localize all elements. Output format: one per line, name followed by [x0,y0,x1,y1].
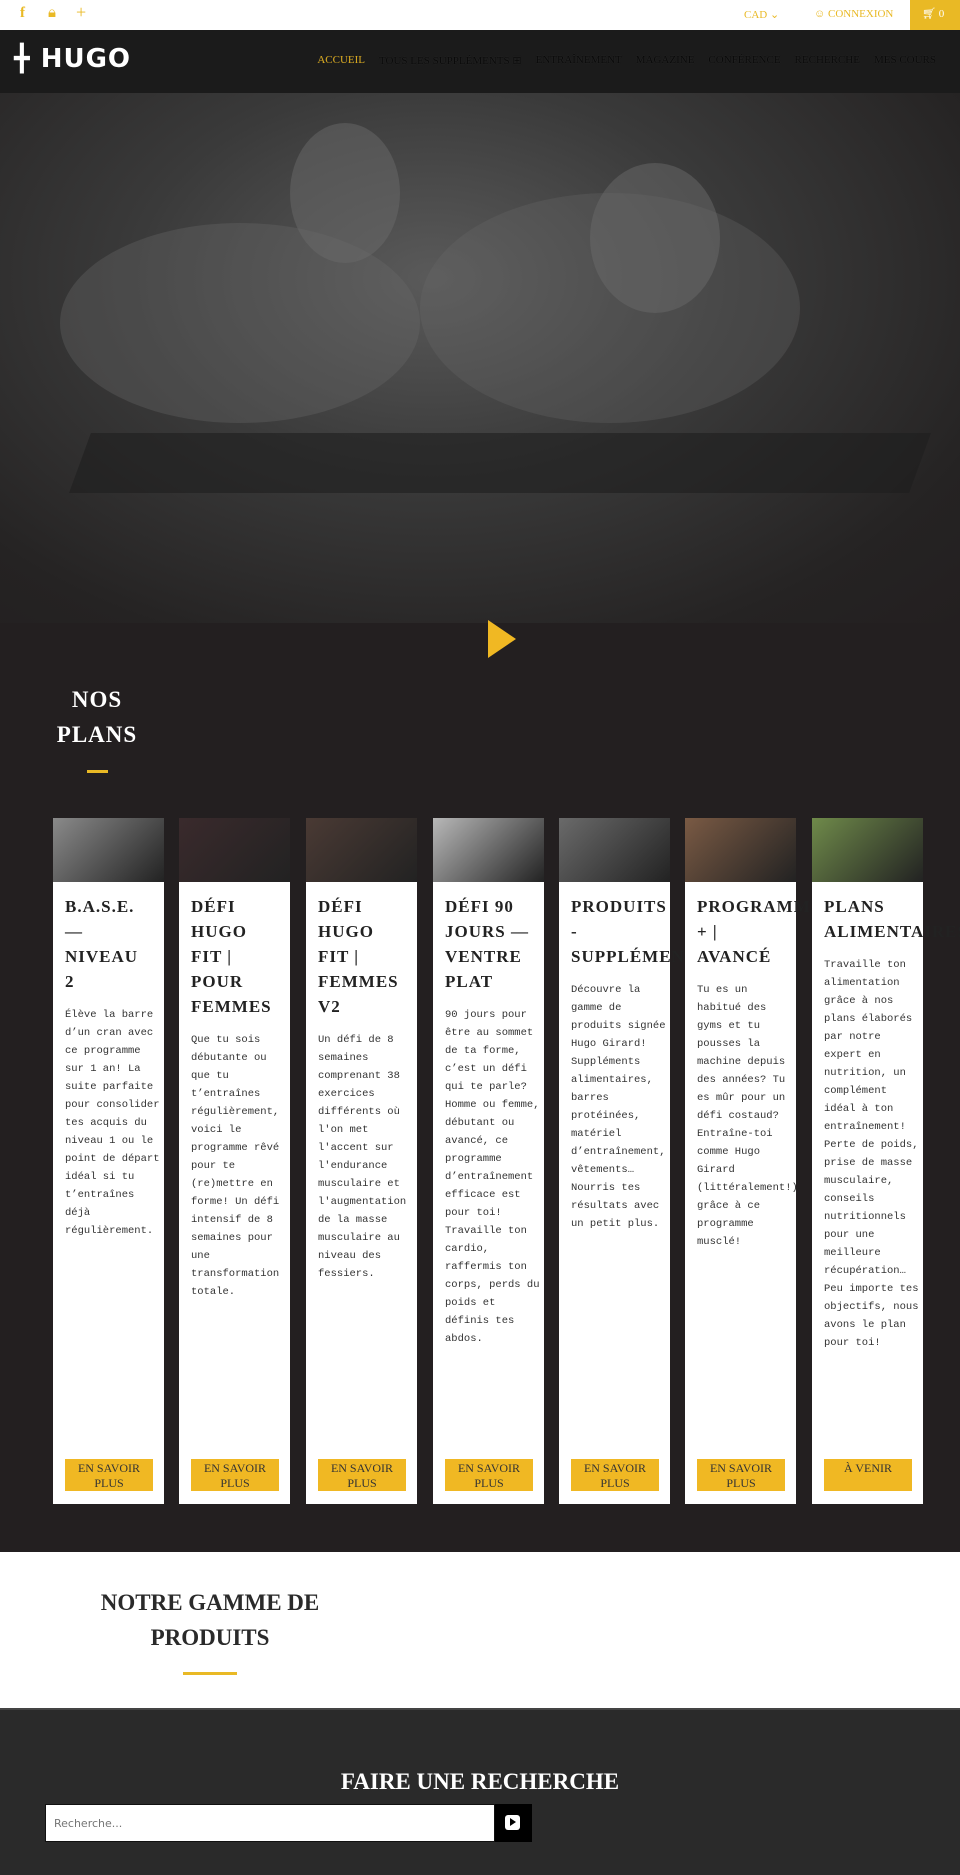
plan-title[interactable]: DÉFI HUGO FIT | FEMMES V2 [306,882,417,1019]
plan-description: Élève la barre d’un cran avec ce program… [65,1009,160,1237]
plan-description: Que tu sois débutante ou que tu t’entraî… [191,1034,280,1298]
search-input[interactable] [45,1804,495,1842]
nav-item-recherche[interactable]: RECHERCHE [795,54,860,67]
nav-item-accueil[interactable]: ACCUEIL [317,54,365,67]
login-label: CONNEXION [827,8,894,20]
plan-button[interactable]: EN SAVOIR PLUS [571,1459,659,1491]
plan-image[interactable] [559,818,670,882]
play-icon [505,1815,520,1830]
plan-title[interactable]: DÉFI HUGO FIT | POUR FEMMES [179,882,290,1019]
plan-description: Découvre la gamme de produits signée Hug… [571,984,666,1230]
cart-count: 0 [938,8,945,20]
plus-icon[interactable]: + [76,2,86,23]
products-title: NOTRE GAMME DE PRODUITS [100,1590,320,1650]
plan-card: PROGRAMME + | AVANCÉ Tu es un habitué de… [685,818,822,1504]
plan-button[interactable]: À VENIR [824,1459,912,1491]
plan-description: 90 jours pour être au sommet de ta forme… [445,1009,540,1345]
logo[interactable]: ╋ HUGO [14,44,131,74]
currency-label: CAD [744,9,768,21]
nav-item-magazine[interactable]: MAGAZINE [636,54,695,67]
plan-description: Travaille ton alimentation grâce à nos p… [824,959,919,1349]
play-icon[interactable] [488,620,516,658]
plan-image[interactable] [53,818,164,882]
plan-description: Tu es un habitué des gyms et tu pousses … [697,984,798,1248]
logo-text: HUGO [40,44,132,74]
search-button[interactable] [495,1804,532,1842]
main-nav: ╋ HUGO ACCUEIL TOUS LES SUPPLÉMENTS ⊞ EN… [0,30,960,93]
nav-item-mes-cours[interactable]: MES COURS [874,54,936,67]
plan-card: B.A.S.E. — NIVEAU 2 Élève la barre d’un … [53,818,164,1504]
plan-title[interactable]: DÉFI 90 JOURS — VENTRE PLAT [433,882,544,994]
plans-title-underline [87,770,108,773]
plan-image[interactable] [433,818,544,882]
lock-icon[interactable]: 🔒︎ [48,4,56,22]
plan-card: PLANS ALIMENTAIRES Travaille ton aliment… [812,818,960,1504]
plans-title: NOS PLANS [56,687,138,747]
plan-card: DÉFI HUGO FIT | POUR FEMMES Que tu sois … [179,818,290,1504]
plan-image[interactable] [812,818,923,882]
plan-button[interactable]: EN SAVOIR PLUS [65,1459,153,1491]
top-bar: f 🔒︎ + CAD ⌄ ☺ CONNEXION 🛒︎ 0 [0,0,960,30]
plan-image[interactable] [179,818,290,882]
facebook-icon[interactable]: f [20,5,25,22]
nav-item-conference[interactable]: CONFÉRENCE [708,54,780,67]
hero-image [0,93,960,623]
plan-card: PRODUITS - SUPPLÉMENTS Découvre la gamme… [559,818,707,1504]
plan-card: DÉFI HUGO FIT | FEMMES V2 Un défi de 8 s… [306,818,417,1504]
cart-icon: 🛒︎ [922,8,936,20]
plan-button[interactable]: EN SAVOIR PLUS [445,1459,533,1491]
currency-selector[interactable]: CAD ⌄ [744,8,779,21]
plan-title[interactable]: PROGRAMME + | AVANCÉ [685,882,822,969]
plan-image[interactable] [306,818,417,882]
plan-button[interactable]: EN SAVOIR PLUS [697,1459,785,1491]
nav-item-supplements[interactable]: TOUS LES SUPPLÉMENTS ⊞ [379,54,522,67]
plan-image[interactable] [685,818,796,882]
user-icon: ☺ [814,8,826,20]
cart-button[interactable]: 🛒︎ 0 [910,0,960,30]
nav-item-entrainement[interactable]: ENTRAÎNEMENT [536,54,622,67]
plan-button[interactable]: EN SAVOIR PLUS [318,1459,406,1491]
plan-description: Un défi de 8 semaines comprenant 38 exer… [318,1034,407,1280]
plan-button[interactable]: EN SAVOIR PLUS [191,1459,279,1491]
login-link[interactable]: ☺ CONNEXION [814,8,893,20]
plan-title[interactable]: B.A.S.E. — NIVEAU 2 [53,882,164,994]
search-title: FAIRE UNE RECHERCHE [340,1769,620,1794]
products-title-underline [183,1672,237,1675]
plan-card: DÉFI 90 JOURS — VENTRE PLAT 90 jours pou… [433,818,544,1504]
plan-title[interactable]: PRODUITS - SUPPLÉMENTS [559,882,707,969]
plan-title[interactable]: PLANS ALIMENTAIRES [812,882,960,944]
